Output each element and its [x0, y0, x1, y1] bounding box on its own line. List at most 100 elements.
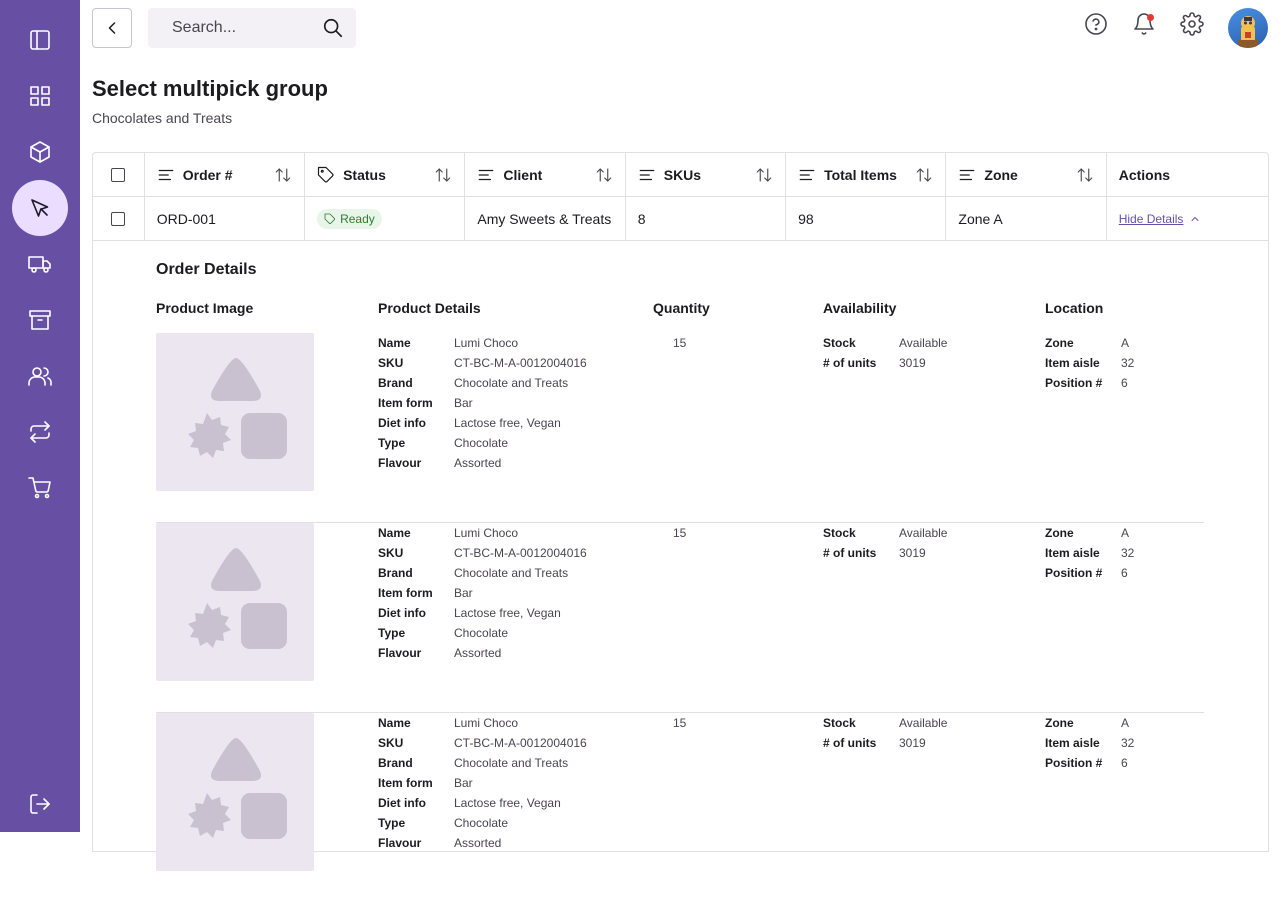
product-availability: Stock Available # of units 3019 [823, 713, 1023, 753]
sidebar-item-orders[interactable] [12, 460, 68, 516]
zone-value: A [1121, 336, 1130, 350]
hide-details-link[interactable]: Hide Details [1119, 212, 1202, 226]
row-checkbox[interactable] [111, 212, 126, 226]
units-value: 3019 [899, 356, 926, 370]
label-name: Name [378, 336, 411, 350]
product-brand: Chocolate and Treats [454, 566, 569, 580]
sort-icon[interactable] [1076, 166, 1094, 184]
label-sku: SKU [378, 736, 404, 750]
col-product-image: Product Image [156, 300, 254, 316]
label-stock: Stock [823, 716, 856, 730]
orders-table: Order # Status Client SKUs Total Items Z… [92, 152, 1269, 871]
gear-icon [1180, 12, 1204, 36]
label-name: Name [378, 716, 411, 730]
units-value: 3019 [899, 546, 926, 560]
product-details: Name Lumi Choco SKU CT-BC-M-A-0012004016… [378, 333, 638, 473]
order-details-title: Order Details [156, 261, 257, 278]
image-placeholder-icon [188, 738, 287, 839]
back-button[interactable] [92, 8, 132, 48]
header-total-items[interactable]: Total Items [786, 153, 947, 197]
sidebar-item-dashboard[interactable] [12, 68, 68, 124]
notifications-button[interactable] [1132, 12, 1156, 36]
product-quantity: 15 [673, 716, 687, 730]
avatar[interactable] [1228, 8, 1268, 48]
stock-value: Available [899, 336, 948, 350]
product-item-form: Bar [454, 586, 473, 600]
label-aisle: Item aisle [1045, 736, 1100, 750]
sort-icon[interactable] [434, 166, 452, 184]
label-stock: Stock [823, 336, 856, 350]
header-zone[interactable]: Zone [946, 153, 1107, 197]
product-quantity: 15 [673, 336, 687, 350]
header-order[interactable]: Order # [145, 153, 306, 197]
list-item: Name Lumi Choco SKU CT-BC-M-A-0012004016… [156, 523, 1204, 713]
header-label: Total Items [824, 167, 897, 183]
product-item-form: Bar [454, 776, 473, 790]
product-brand: Chocolate and Treats [454, 376, 569, 390]
lines-icon [157, 166, 175, 184]
help-button[interactable] [1084, 12, 1108, 36]
page-subtitle: Chocolates and Treats [92, 110, 233, 126]
header-label: Client [503, 167, 543, 183]
sort-icon[interactable] [915, 166, 933, 184]
cart-icon [28, 477, 51, 499]
header-label: Actions [1118, 167, 1171, 183]
select-all-cell [93, 153, 145, 197]
label-flavour: Flavour [378, 456, 422, 470]
col-product-details: Product Details [378, 300, 481, 316]
label-aisle: Item aisle [1045, 546, 1100, 560]
cell-actions: Hide Details [1107, 197, 1268, 241]
sidebar-toggle-button[interactable] [12, 12, 68, 68]
header-client[interactable]: Client [465, 153, 626, 197]
stock-value: Available [899, 526, 948, 540]
product-flavour: Assorted [454, 836, 502, 850]
label-position: Position # [1045, 566, 1103, 580]
label-type: Type [378, 816, 406, 830]
col-location: Location [1045, 300, 1104, 316]
sidebar-item-shipping[interactable] [12, 236, 68, 292]
product-sku: CT-BC-M-A-0012004016 [454, 736, 587, 750]
label-item-form: Item form [378, 586, 433, 600]
label-type: Type [378, 626, 406, 640]
logout-button[interactable] [12, 776, 68, 832]
sidebar-item-picking[interactable] [12, 180, 68, 236]
search-icon[interactable] [322, 17, 344, 39]
sidebar-item-storage[interactable] [12, 292, 68, 348]
label-zone: Zone [1045, 526, 1074, 540]
label-position: Position # [1045, 376, 1103, 390]
header-skus[interactable]: SKUs [626, 153, 787, 197]
label-units: # of units [823, 356, 877, 370]
settings-button[interactable] [1180, 12, 1204, 36]
sidebar [0, 0, 80, 832]
table-header: Order # Status Client SKUs Total Items Z… [93, 153, 1268, 197]
sidebar-item-users[interactable] [12, 348, 68, 404]
cell-status: Ready [305, 197, 466, 241]
sidebar-item-transfers[interactable] [12, 404, 68, 460]
cube-icon [30, 141, 50, 163]
notification-dot [1147, 14, 1154, 21]
sidebar-item-products[interactable] [12, 124, 68, 180]
sidebar-panel-icon [30, 30, 50, 50]
label-zone: Zone [1045, 716, 1074, 730]
label-flavour: Flavour [378, 646, 422, 660]
select-all-checkbox[interactable] [111, 168, 126, 182]
sort-icon[interactable] [595, 166, 613, 184]
cell-client: Amy Sweets & Treats [465, 197, 626, 241]
sort-icon[interactable] [274, 166, 292, 184]
sort-icon[interactable] [755, 166, 773, 184]
list-item: Name Lumi Choco SKU CT-BC-M-A-0012004016… [156, 333, 1204, 523]
units-value: 3019 [899, 736, 926, 750]
cell-skus: 8 [626, 197, 787, 241]
col-quantity: Quantity [653, 300, 710, 316]
header-status[interactable]: Status [305, 153, 466, 197]
label-zone: Zone [1045, 336, 1074, 350]
archive-icon [29, 310, 51, 330]
lines-icon [798, 166, 816, 184]
cursor-icon [31, 199, 49, 217]
product-brand: Chocolate and Treats [454, 756, 569, 770]
label-flavour: Flavour [378, 836, 422, 850]
label-sku: SKU [378, 356, 404, 370]
tag-icon [317, 166, 335, 184]
label-aisle: Item aisle [1045, 356, 1100, 370]
search-input[interactable] [172, 19, 312, 37]
